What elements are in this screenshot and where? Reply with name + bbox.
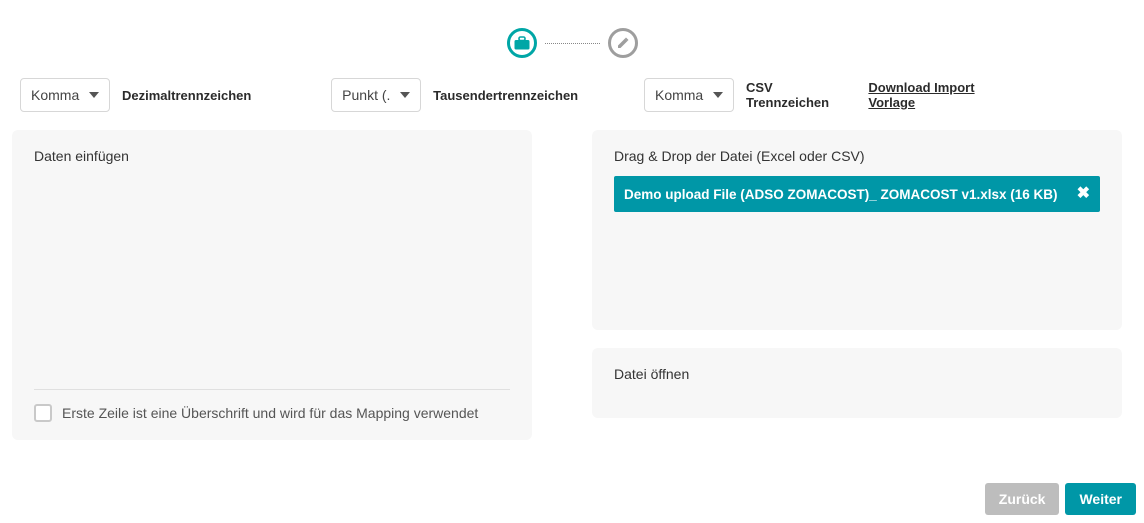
chevron-down-icon [400, 92, 410, 98]
csv-separator-label: CSV Trennzeichen [746, 80, 844, 110]
main-area: Daten einfügen Erste Zeile ist eine Über… [0, 130, 1144, 440]
thousand-separator-value: Punkt (. [342, 87, 392, 103]
uploaded-file-name: Demo upload File (ADSO ZOMACOST)_ ZOMACO… [624, 187, 1069, 202]
drop-file-title: Drag & Drop der Datei (Excel oder CSV) [614, 148, 1100, 164]
step-separator [545, 43, 600, 44]
uploaded-file-chip: Demo upload File (ADSO ZOMACOST)_ ZOMACO… [614, 176, 1100, 212]
chevron-down-icon [713, 92, 723, 98]
decimal-separator-select[interactable]: Komma [20, 78, 110, 112]
first-row-header-row: Erste Zeile ist eine Überschrift und wir… [34, 389, 510, 422]
download-template-link[interactable]: Download Import Vorlage [868, 80, 1014, 110]
chevron-down-icon [89, 92, 99, 98]
step-2[interactable] [608, 28, 638, 58]
briefcase-icon [514, 36, 530, 50]
wizard-stepper [0, 0, 1144, 78]
controls-row: Komma Dezimaltrennzeichen Punkt (. Tause… [0, 78, 1144, 112]
csv-separator-value: Komma [655, 87, 705, 103]
thousand-separator-label: Tausendertrennzeichen [433, 88, 578, 103]
thousand-separator-select[interactable]: Punkt (. [331, 78, 421, 112]
remove-file-icon[interactable]: ✖ [1077, 186, 1090, 202]
decimal-separator-label: Dezimaltrennzeichen [122, 88, 251, 103]
first-row-header-label: Erste Zeile ist eine Überschrift und wir… [62, 405, 478, 421]
decimal-separator-value: Komma [31, 87, 81, 103]
file-column: Drag & Drop der Datei (Excel oder CSV) D… [592, 130, 1122, 440]
paste-data-textarea[interactable] [34, 176, 510, 389]
open-file-panel[interactable]: Datei öffnen [592, 348, 1122, 418]
paste-data-panel: Daten einfügen Erste Zeile ist eine Über… [12, 130, 532, 440]
back-button[interactable]: Zurück [985, 483, 1060, 515]
first-row-header-checkbox[interactable] [34, 404, 52, 422]
open-file-title: Datei öffnen [614, 366, 1100, 382]
paste-data-title: Daten einfügen [34, 148, 510, 164]
step-1[interactable] [507, 28, 537, 58]
next-button[interactable]: Weiter [1065, 483, 1136, 515]
csv-separator-select[interactable]: Komma [644, 78, 734, 112]
drop-file-panel[interactable]: Drag & Drop der Datei (Excel oder CSV) D… [592, 130, 1122, 330]
wizard-footer: Zurück Weiter [985, 483, 1136, 515]
pencil-icon [616, 36, 630, 50]
